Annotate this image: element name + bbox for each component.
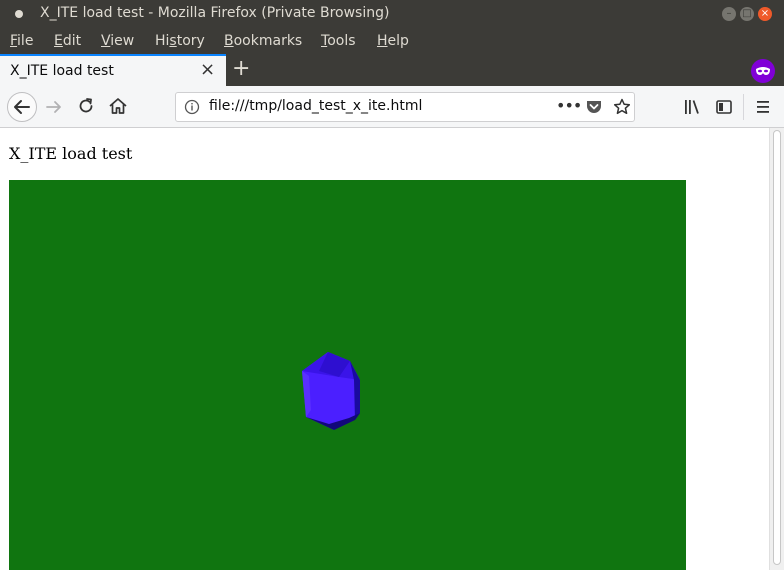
star-icon[interactable] — [613, 98, 631, 116]
toolbar-separator — [743, 94, 744, 120]
reload-button[interactable] — [77, 97, 95, 119]
sidebar-icon — [716, 100, 732, 114]
library-button[interactable] — [683, 98, 703, 120]
back-button[interactable] — [7, 92, 37, 122]
window-menu-icon[interactable] — [15, 10, 23, 18]
back-icon — [14, 100, 30, 114]
window-title: X_ITE load test - Mozilla Firefox (Priva… — [40, 5, 390, 21]
page-content: X_ITE load test — [0, 128, 769, 570]
library-icon — [685, 100, 699, 114]
menu-history[interactable]: History — [155, 33, 205, 49]
menu-edit[interactable]: Edit — [54, 33, 81, 49]
open-menu-button[interactable] — [754, 98, 772, 120]
pocket-icon[interactable] — [585, 99, 603, 116]
home-button[interactable] — [108, 97, 128, 119]
forward-icon — [46, 101, 61, 113]
menu-view[interactable]: View — [101, 33, 134, 49]
url-text[interactable]: file:///tmp/load_test_x_ite.html — [209, 98, 422, 114]
page-scrollbar[interactable] — [769, 128, 784, 570]
tab-x-ite-load-test[interactable]: X_ITE load test × — [0, 54, 226, 86]
minimize-button[interactable]: – — [722, 7, 736, 21]
url-bar[interactable]: file:///tmp/load_test_x_ite.html ••• — [175, 92, 635, 122]
menu-bar: File Edit View History Bookmarks Tools H… — [0, 29, 784, 54]
scrollbar-thumb[interactable] — [773, 130, 781, 565]
info-icon[interactable] — [184, 99, 200, 115]
menu-bookmarks[interactable]: Bookmarks — [224, 33, 302, 49]
hamburger-menu-icon — [757, 101, 769, 113]
private-browsing-icon — [751, 59, 775, 83]
3d-polyhedron — [302, 352, 360, 430]
forward-button[interactable] — [44, 97, 64, 121]
page-actions-button[interactable]: ••• — [556, 96, 582, 115]
navigation-toolbar: file:///tmp/load_test_x_ite.html ••• — [0, 86, 784, 128]
x3d-canvas[interactable] — [9, 180, 686, 570]
tab-strip: X_ITE load test × + — [0, 54, 784, 86]
menu-help[interactable]: Help — [377, 33, 409, 49]
close-window-button[interactable]: × — [758, 7, 772, 21]
page-heading: X_ITE load test — [9, 144, 133, 163]
reload-icon — [79, 98, 93, 113]
new-tab-button[interactable]: + — [232, 56, 250, 81]
menu-file[interactable]: File — [10, 33, 33, 49]
tab-close-icon[interactable]: × — [200, 59, 215, 80]
tab-title: X_ITE load test — [10, 63, 114, 79]
sidebar-button[interactable] — [715, 98, 733, 120]
window-titlebar: X_ITE load test - Mozilla Firefox (Priva… — [0, 0, 784, 29]
maximize-button[interactable]: □ — [740, 7, 754, 21]
menu-tools[interactable]: Tools — [321, 33, 356, 49]
home-icon — [109, 98, 127, 114]
